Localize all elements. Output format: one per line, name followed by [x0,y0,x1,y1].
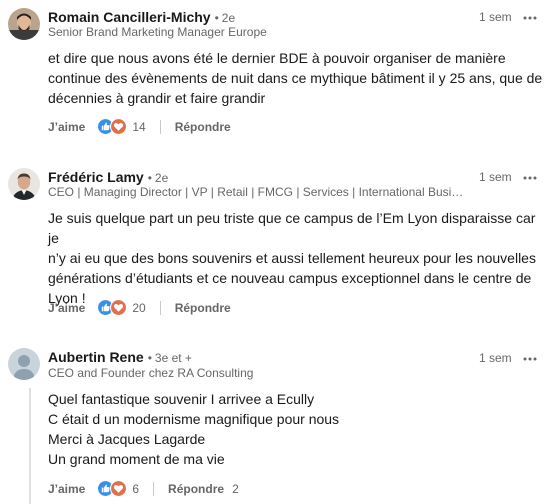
heart-icon [110,118,128,135]
reply-button[interactable]: Répondre [168,482,224,496]
reaction-count: 14 [132,119,146,134]
author-headline: CEO and Founder chez RA Consulting [48,366,254,380]
comment-text-line: Je suis quelque part un peu triste que c… [48,210,536,246]
comment-text-line: C était d un modernisme magnifique pour … [48,411,340,427]
action-divider [159,119,161,134]
more-options-button[interactable] [521,8,539,28]
more-options-button[interactable] [521,168,539,188]
reaction-count: 6 [132,481,140,496]
reply-button[interactable]: Répondre [175,120,231,134]
like-button[interactable]: J’aime [48,482,85,496]
reactions-summary[interactable]: 14 [97,118,146,135]
thread-line [29,388,31,504]
author-name[interactable]: Aubertin Rene [48,349,144,365]
ellipsis-icon [523,176,537,180]
action-divider [153,481,155,496]
comment-text-line: Quel fantastique souvenir I arrivee a Ec… [48,391,315,407]
reply-button[interactable]: Répondre [175,301,231,315]
reactions-summary[interactable]: 6 [97,480,139,497]
author-name[interactable]: Romain Cancilleri-Michy [48,9,211,25]
connection-degree: • 3e et + [147,351,192,365]
heart-icon [110,480,128,497]
ellipsis-icon [523,357,537,361]
heart-icon [110,299,128,316]
avatar[interactable] [8,348,40,380]
more-options-button[interactable] [521,349,539,369]
comment-text: Quel fantastique souvenir I arrivee a Ec… [48,389,538,469]
comment-text-line: générations d’étudiants et ce nouveau ca… [48,270,532,286]
comment-text-line: Merci à Jacques Lagarde [48,431,206,447]
comment-text: et dire que nous avons été le dernier BD… [48,48,548,108]
reply-count: 2 [232,481,239,496]
avatar[interactable] [8,168,40,200]
comment-time: 1 sem [479,170,512,184]
degree-label: 2e [221,11,236,25]
author-headline: Senior Brand Marketing Manager Europe [48,25,267,39]
author-headline: CEO | Managing Director | VP | Retail | … [48,185,468,199]
reaction-count: 20 [132,300,146,315]
comment-text-line: et dire que nous avons été le dernier BD… [48,50,506,66]
like-button[interactable]: J’aime [48,301,85,315]
comment-actions: J’aime 20 Répondre [48,299,231,316]
degree-label: 3e et + [154,351,192,365]
author-name[interactable]: Frédéric Lamy [48,169,144,185]
action-divider [159,300,161,315]
like-button[interactable]: J’aime [48,120,85,134]
comment-time: 1 sem [479,10,512,24]
connection-degree: • 2e [147,171,169,185]
comment-text-line: décennies à grandir et faire grandir [48,90,266,106]
author-row: Aubertin Rene • 3e et + [48,349,192,367]
comment-text-line: Un grand moment de ma vie [48,451,225,467]
reactions-summary[interactable]: 20 [97,299,146,316]
ellipsis-icon [523,16,537,20]
comment-actions: J’aime 14 Répondre [48,118,231,135]
comment-actions: J’aime 6 Répondre 2 [48,480,239,497]
comment-time: 1 sem [479,351,512,365]
comment-text-line: continue des évènements de nuit dans ce … [48,70,543,86]
comment-text: Je suis quelque part un peu triste que c… [48,208,548,308]
connection-degree: • 2e [214,11,236,25]
degree-label: 2e [154,171,169,185]
avatar[interactable] [8,8,40,40]
comment-text-line: n’y ai eu que des bons souvenirs et auss… [48,250,536,266]
